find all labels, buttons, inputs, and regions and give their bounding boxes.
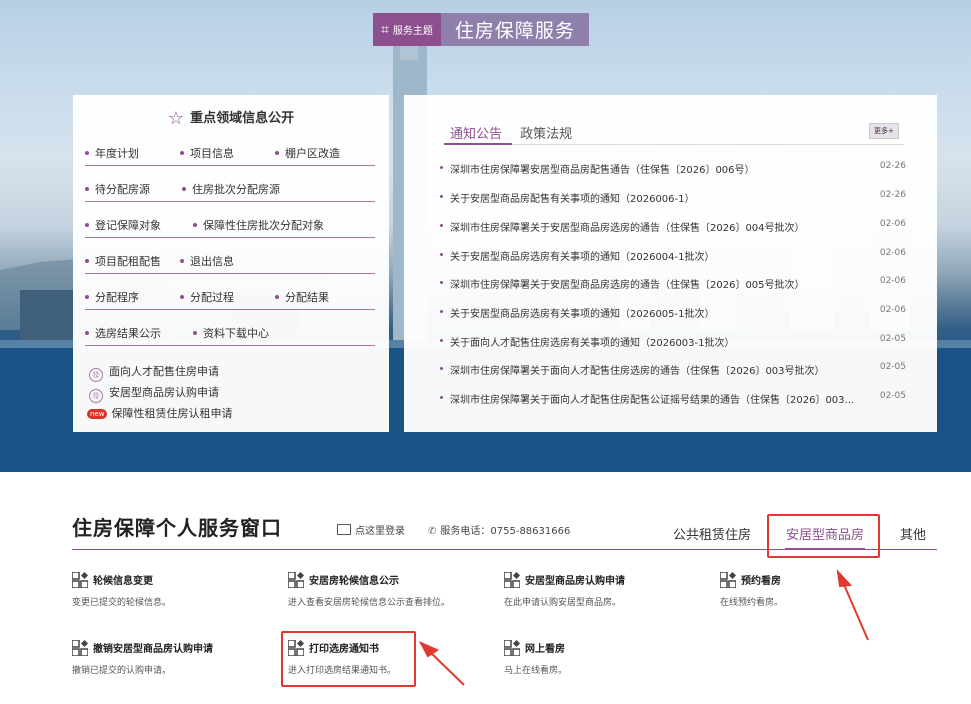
arrow-line: [427, 649, 465, 686]
annotation-arrows: [418, 568, 869, 686]
arrow-line: [841, 579, 869, 641]
arrow-head: [836, 568, 853, 588]
arrow-head: [418, 640, 440, 658]
